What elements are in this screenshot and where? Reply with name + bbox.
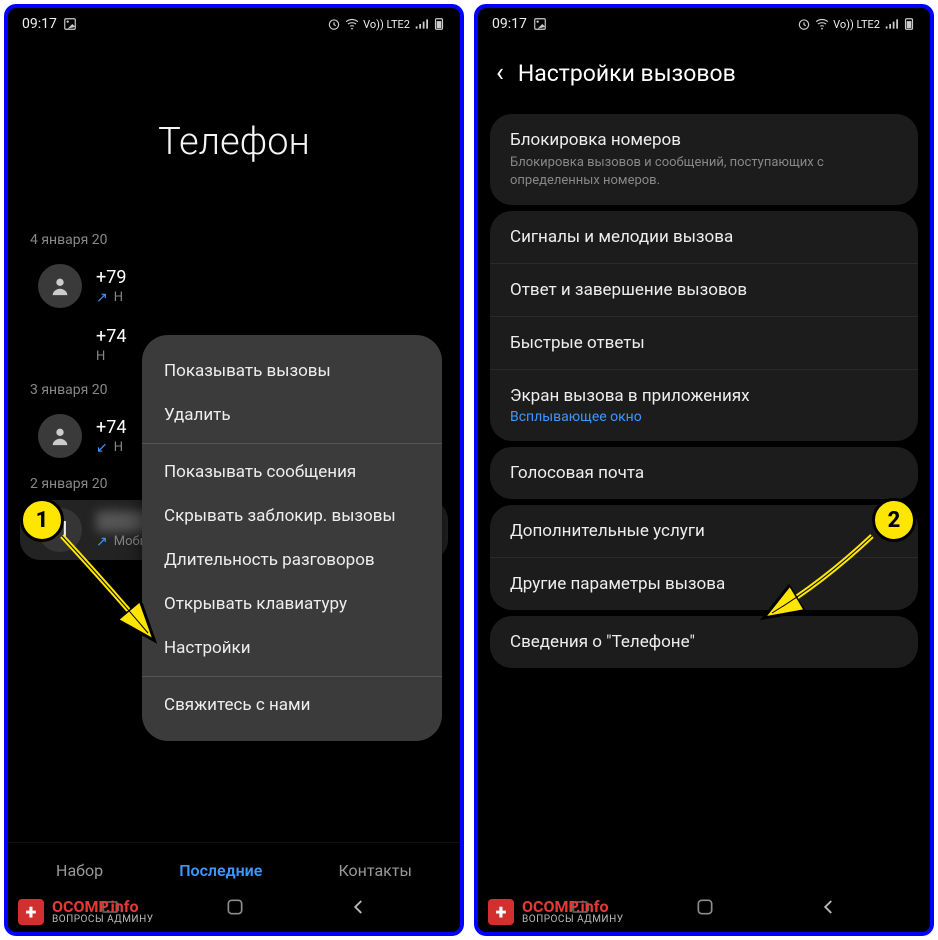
call-number: +79 xyxy=(96,267,430,288)
menu-item-hide-blocked[interactable]: Скрывать заблокир. вызовы xyxy=(142,494,442,538)
watermark-text: OCOMP.info xyxy=(522,899,624,915)
watermark: + OCOMP.info ВОПРОСЫ АДМИНУ xyxy=(478,892,930,932)
avatar xyxy=(38,264,82,308)
menu-item-settings[interactable]: Настройки xyxy=(142,626,442,670)
menu-item-show-calls[interactable]: Показывать вызовы xyxy=(142,349,442,393)
watermark-subtext: ВОПРОСЫ АДМИНУ xyxy=(522,915,624,925)
tab-contacts[interactable]: Контакты xyxy=(338,861,411,880)
signal-icon xyxy=(884,17,898,31)
watermark: + OCOMP.info ВОПРОСЫ АДМИНУ xyxy=(8,892,460,932)
date-label: 4 января 20 xyxy=(8,224,460,254)
outgoing-call-icon: ↗ xyxy=(96,290,108,306)
arrow-annotation xyxy=(752,528,882,638)
callout-badge-1: 1 xyxy=(20,498,64,542)
setting-quick-replies[interactable]: Быстрые ответы xyxy=(490,316,918,369)
bottom-tabs: Набор Последние Контакты xyxy=(8,842,460,886)
call-sub: Н xyxy=(114,290,123,305)
watermark-plus-icon: + xyxy=(488,899,514,925)
call-sub: Н xyxy=(96,349,105,364)
settings-header: ‹ Настройки вызовов xyxy=(478,40,930,108)
status-network: Vo)) LTE2 xyxy=(363,18,410,31)
menu-item-contact-us[interactable]: Свяжитесь с нами xyxy=(142,683,442,727)
alarm-icon xyxy=(797,17,811,31)
tab-recent[interactable]: Последние xyxy=(179,861,262,880)
back-button[interactable]: ‹ xyxy=(496,58,504,88)
status-bar: 09:17 Vo)) LTE2 xyxy=(8,8,460,40)
tab-dial[interactable]: Набор xyxy=(56,861,103,880)
signal-icon xyxy=(414,17,428,31)
battery-icon xyxy=(432,17,446,31)
status-bar: 09:17 Vo)) LTE2 xyxy=(478,8,930,40)
menu-item-open-keypad[interactable]: Открывать клавиатуру xyxy=(142,582,442,626)
watermark-text: OCOMP.info xyxy=(52,899,154,915)
arrow-annotation xyxy=(50,528,180,658)
menu-separator xyxy=(142,443,442,444)
app-title: Телефон xyxy=(8,40,460,224)
menu-separator xyxy=(142,676,442,677)
overflow-menu: Показывать вызовы Удалить Показывать соо… xyxy=(142,335,442,741)
status-time: 09:17 xyxy=(22,16,57,32)
setting-voicemail[interactable]: Голосовая почта xyxy=(490,447,918,499)
status-network: Vo)) LTE2 xyxy=(833,18,880,31)
menu-item-call-duration[interactable]: Длительность разговоров xyxy=(142,538,442,582)
wifi-icon xyxy=(815,17,829,31)
menu-item-delete[interactable]: Удалить xyxy=(142,393,442,437)
page-title: Настройки вызовов xyxy=(518,60,736,87)
battery-icon xyxy=(902,17,916,31)
callout-badge-2: 2 xyxy=(872,498,916,542)
left-phone-screenshot: 09:17 Vo)) LTE2 Телефон 4 января 20 +79 … xyxy=(4,4,464,936)
setting-call-display[interactable]: Экран вызова в приложениях Всплывающее о… xyxy=(490,369,918,441)
image-icon xyxy=(63,17,77,31)
menu-item-show-messages[interactable]: Показывать сообщения xyxy=(142,450,442,494)
alarm-icon xyxy=(327,17,341,31)
setting-ringtones[interactable]: Сигналы и мелодии вызова xyxy=(490,211,918,263)
call-row[interactable]: +79 ↗ Н xyxy=(20,256,448,316)
image-icon xyxy=(533,17,547,31)
watermark-plus-icon: + xyxy=(18,899,44,925)
wifi-icon xyxy=(345,17,359,31)
status-time: 09:17 xyxy=(492,16,527,32)
setting-block-numbers[interactable]: Блокировка номеров Блокировка вызовов и … xyxy=(490,114,918,205)
watermark-subtext: ВОПРОСЫ АДМИНУ xyxy=(52,915,154,925)
call-sub: Н xyxy=(114,440,123,455)
right-phone-screenshot: 09:17 Vo)) LTE2 ‹ Настройки вызовов Блок… xyxy=(474,4,934,936)
setting-answer-end[interactable]: Ответ и завершение вызовов xyxy=(490,263,918,316)
avatar xyxy=(38,414,82,458)
missed-call-icon: ↙ xyxy=(96,440,108,456)
